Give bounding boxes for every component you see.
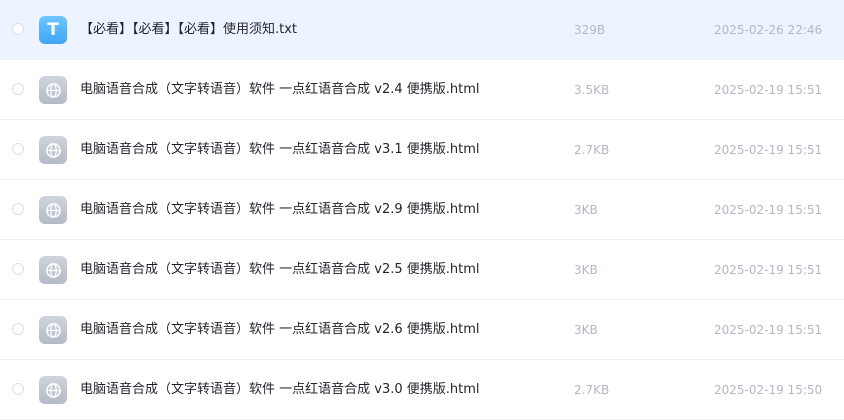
file-name[interactable]: 电脑语音合成（文字转语音）软件 一点红语音合成 v2.5 便携版.html (80, 261, 480, 279)
file-size: 2.7KB (574, 143, 610, 157)
file-size: 3KB (574, 203, 598, 217)
html-file-icon (39, 76, 67, 104)
file-name[interactable]: 电脑语音合成（文字转语音）软件 一点红语音合成 v3.1 便携版.html (80, 141, 480, 159)
globe-icon (45, 322, 61, 338)
file-name[interactable]: 电脑语音合成（文字转语音）软件 一点红语音合成 v2.4 便携版.html (80, 81, 480, 99)
file-row[interactable]: 电脑语音合成（文字转语音）软件 一点红语音合成 v2.5 便携版.html 3K… (0, 240, 844, 300)
file-list: T 【必看】【必看】【必看】使用须知.txt 329B 2025-02-26 2… (0, 0, 844, 420)
file-name[interactable]: 电脑语音合成（文字转语音）软件 一点红语音合成 v3.0 便携版.html (80, 381, 480, 399)
file-size: 2.7KB (574, 383, 610, 397)
file-date: 2025-02-19 15:51 (714, 143, 823, 157)
row-checkbox[interactable] (12, 23, 24, 35)
row-checkbox[interactable] (12, 263, 24, 275)
file-name[interactable]: 电脑语音合成（文字转语音）软件 一点红语音合成 v2.6 便携版.html (80, 321, 480, 339)
file-name[interactable]: 电脑语音合成（文字转语音）软件 一点红语音合成 v2.9 便携版.html (80, 201, 480, 219)
file-size: 3.5KB (574, 83, 610, 97)
row-checkbox[interactable] (12, 383, 24, 395)
file-name[interactable]: 【必看】【必看】【必看】使用须知.txt (80, 21, 297, 39)
file-date: 2025-02-26 22:46 (714, 23, 823, 37)
globe-icon (45, 382, 61, 398)
row-checkbox[interactable] (12, 203, 24, 215)
file-date: 2025-02-19 15:51 (714, 263, 823, 277)
file-size: 329B (574, 23, 606, 37)
html-file-icon (39, 196, 67, 224)
globe-icon (45, 202, 61, 218)
file-row[interactable]: 电脑语音合成（文字转语音）软件 一点红语音合成 v3.1 便携版.html 2.… (0, 120, 844, 180)
file-row[interactable]: 电脑语音合成（文字转语音）软件 一点红语音合成 v2.9 便携版.html 3K… (0, 180, 844, 240)
html-file-icon (39, 136, 67, 164)
file-date: 2025-02-19 15:51 (714, 323, 823, 337)
row-checkbox[interactable] (12, 323, 24, 335)
row-checkbox[interactable] (12, 83, 24, 95)
globe-icon (45, 82, 61, 98)
row-checkbox[interactable] (12, 143, 24, 155)
file-size: 3KB (574, 323, 598, 337)
html-file-icon (39, 256, 67, 284)
html-file-icon (39, 376, 67, 404)
txt-file-icon: T (39, 16, 67, 44)
globe-icon (45, 262, 61, 278)
file-row[interactable]: 电脑语音合成（文字转语音）软件 一点红语音合成 v2.4 便携版.html 3.… (0, 60, 844, 120)
file-row[interactable]: 电脑语音合成（文字转语音）软件 一点红语音合成 v3.0 便携版.html 2.… (0, 360, 844, 420)
file-size: 3KB (574, 263, 598, 277)
file-row[interactable]: 电脑语音合成（文字转语音）软件 一点红语音合成 v2.6 便携版.html 3K… (0, 300, 844, 360)
html-file-icon (39, 316, 67, 344)
globe-icon (45, 142, 61, 158)
file-date: 2025-02-19 15:50 (714, 383, 823, 397)
file-row[interactable]: T 【必看】【必看】【必看】使用须知.txt 329B 2025-02-26 2… (0, 0, 844, 60)
file-date: 2025-02-19 15:51 (714, 83, 823, 97)
file-date: 2025-02-19 15:51 (714, 203, 823, 217)
